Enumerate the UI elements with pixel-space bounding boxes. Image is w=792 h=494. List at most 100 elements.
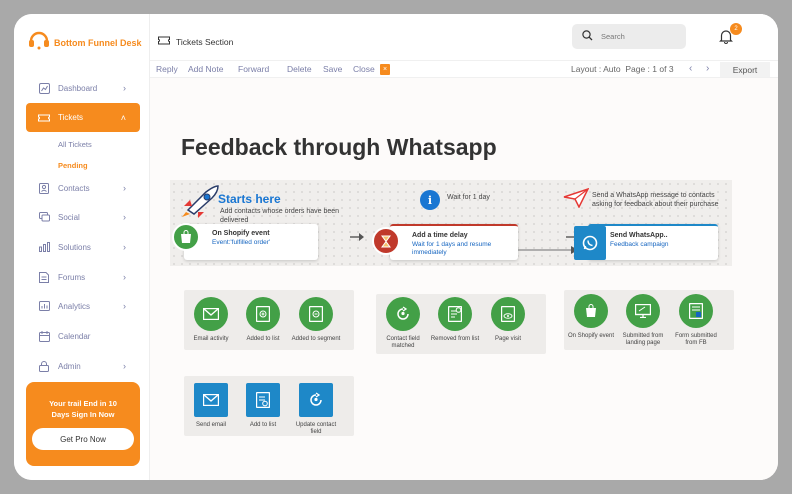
top-bar: Tickets Section Search 2 bbox=[150, 14, 778, 60]
paper-plane-icon bbox=[563, 187, 590, 213]
node-time-delay[interactable]: Add a time delay Wait for 1 days and res… bbox=[390, 224, 518, 260]
trigger-label: Email activity bbox=[193, 336, 229, 342]
reply-button[interactable]: Reply bbox=[156, 64, 178, 74]
trigger-email-activity[interactable]: Email activity bbox=[185, 297, 237, 343]
delete-button[interactable]: Delete bbox=[287, 64, 312, 74]
node-subtitle: Feedback campaign bbox=[610, 241, 669, 248]
sidebar-item-label: Calendar bbox=[58, 331, 91, 341]
sub-item-pending[interactable]: Pending bbox=[58, 161, 88, 170]
headset-icon bbox=[28, 30, 50, 55]
contact-match-icon bbox=[386, 297, 420, 331]
save-button[interactable]: Save bbox=[323, 64, 342, 74]
sidebar-item-label: Forums bbox=[58, 272, 86, 282]
solutions-icon bbox=[38, 241, 50, 253]
chevron-right-icon: › bbox=[123, 83, 126, 93]
ticket-icon bbox=[158, 36, 170, 47]
node-send-whatsapp[interactable]: Send WhatsApp.. Feedback campaign bbox=[588, 224, 718, 260]
form-icon bbox=[679, 294, 713, 328]
sidebar-item-label: Analytics bbox=[58, 301, 91, 311]
whatsapp-icon bbox=[574, 226, 606, 260]
sidebar-item-label: Contacts bbox=[58, 183, 90, 193]
chevron-right-icon[interactable]: › bbox=[706, 63, 709, 74]
sidebar-item-analytics[interactable]: Analytics › bbox=[26, 296, 140, 316]
hourglass-icon bbox=[372, 227, 400, 255]
landing-page-icon bbox=[626, 294, 660, 328]
search-input[interactable]: Search bbox=[572, 24, 686, 49]
sidebar-item-label: Dashboard bbox=[58, 83, 98, 93]
trigger-label: Removed from list bbox=[430, 336, 480, 342]
lock-icon bbox=[38, 360, 50, 372]
chevron-right-icon: › bbox=[123, 361, 126, 371]
node-shopify-event[interactable]: On Shopify event Event:'fulfilled order' bbox=[184, 224, 318, 260]
pager-label: Layout : Auto Page : 1 of 3 bbox=[571, 64, 674, 74]
chart-icon bbox=[38, 82, 50, 94]
chevron-right-icon: › bbox=[123, 301, 126, 311]
forward-button[interactable]: Forward bbox=[238, 64, 269, 74]
action-send-email[interactable]: Send email bbox=[185, 383, 237, 429]
node-title: On Shopify event bbox=[212, 230, 270, 237]
list-add-icon bbox=[246, 383, 280, 417]
workflow-canvas: Starts here Add contacts whose orders ha… bbox=[170, 180, 732, 266]
trial-promo: Your trail End in 10 Days Sign In Now Ge… bbox=[26, 382, 140, 466]
trigger-added-to-list[interactable]: Added to list bbox=[237, 297, 289, 343]
chevron-up-icon: ˄ bbox=[120, 112, 126, 123]
social-icon bbox=[38, 211, 50, 223]
action-update-contact-field[interactable]: Update contact field bbox=[290, 383, 342, 436]
brand-logo[interactable]: Bottom Funnel Desk bbox=[28, 30, 142, 55]
sidebar-item-admin[interactable]: Admin › bbox=[26, 356, 140, 376]
app-window: Bottom Funnel Desk Dashboard › Tickets ˄… bbox=[14, 14, 778, 480]
list-add-icon bbox=[246, 297, 280, 331]
sidebar-item-contacts[interactable]: Contacts › bbox=[26, 178, 140, 198]
trigger-contact-field-matched[interactable]: Contact field matched bbox=[377, 297, 429, 350]
breadcrumb: Tickets Section bbox=[158, 36, 233, 47]
ticket-toolbar: Reply Add Note Forward Delete Save Close… bbox=[150, 60, 778, 78]
node-title: Add a time delay bbox=[412, 232, 468, 239]
action-add-to-list[interactable]: Add to list bbox=[237, 383, 289, 429]
sub-item-all-tickets[interactable]: All Tickets bbox=[58, 140, 92, 149]
sidebar-item-social[interactable]: Social › bbox=[26, 207, 140, 227]
chevron-right-icon: › bbox=[123, 183, 126, 193]
arrow-right-icon bbox=[350, 228, 364, 246]
sidebar-item-solutions[interactable]: Solutions › bbox=[26, 237, 140, 257]
trigger-removed-from-list[interactable]: Removed from list bbox=[429, 297, 481, 343]
notification-badge: 2 bbox=[730, 23, 742, 35]
contacts-icon bbox=[38, 182, 50, 194]
trigger-form-fb[interactable]: Form submitted from FB bbox=[670, 294, 722, 347]
get-pro-button[interactable]: Get Pro Now bbox=[32, 428, 134, 450]
sidebar-item-label: Solutions bbox=[58, 242, 91, 252]
start-subtitle: Add contacts whose orders have been deli… bbox=[220, 208, 340, 224]
trigger-label: Page visit bbox=[494, 336, 521, 342]
action-label: Send email bbox=[195, 422, 227, 428]
trigger-page-visit[interactable]: Page visit bbox=[482, 297, 534, 343]
start-title: Starts here bbox=[218, 192, 281, 206]
sidebar-item-tickets[interactable]: Tickets ˄ bbox=[26, 103, 140, 132]
export-button[interactable]: Export bbox=[720, 62, 770, 77]
close-icon[interactable]: × bbox=[380, 64, 390, 75]
chevron-left-icon[interactable]: ‹ bbox=[689, 63, 692, 74]
trigger-added-to-segment[interactable]: Added to segment bbox=[290, 297, 342, 343]
breadcrumb-label: Tickets Section bbox=[176, 36, 234, 47]
sidebar-item-forums[interactable]: Forums › bbox=[26, 267, 140, 287]
trigger-landing-page[interactable]: Submitted from landing page bbox=[617, 294, 669, 347]
email-icon bbox=[194, 383, 228, 417]
add-note-button[interactable]: Add Note bbox=[188, 64, 223, 74]
main-panel: Tickets Section Search 2 Reply Add Note … bbox=[150, 14, 778, 480]
sidebar-item-dashboard[interactable]: Dashboard › bbox=[26, 78, 140, 98]
search-icon bbox=[582, 30, 593, 43]
trigger-label: Form submitted from FB bbox=[675, 333, 717, 346]
contact-update-icon bbox=[299, 383, 333, 417]
ticket-icon bbox=[38, 112, 50, 124]
sidebar-item-calendar[interactable]: Calendar bbox=[26, 326, 140, 346]
node-subtitle: Wait for 1 days and resume immediately bbox=[412, 241, 492, 256]
analytics-icon bbox=[38, 300, 50, 312]
close-button[interactable]: Close bbox=[353, 64, 375, 74]
action-group: Send email Add to list Update contact fi… bbox=[184, 376, 354, 436]
sidebar-item-label: Admin bbox=[58, 361, 81, 371]
node-title: Send WhatsApp.. bbox=[610, 232, 668, 239]
page-title: Feedback through Whatsapp bbox=[181, 134, 497, 160]
email-icon bbox=[194, 297, 228, 331]
chevron-right-icon: › bbox=[123, 272, 126, 282]
trigger-group-2: Contact field matched Removed from list … bbox=[376, 294, 546, 354]
trigger-on-shopify-event[interactable]: On Shopify event bbox=[565, 294, 617, 340]
shopify-icon bbox=[574, 294, 608, 328]
